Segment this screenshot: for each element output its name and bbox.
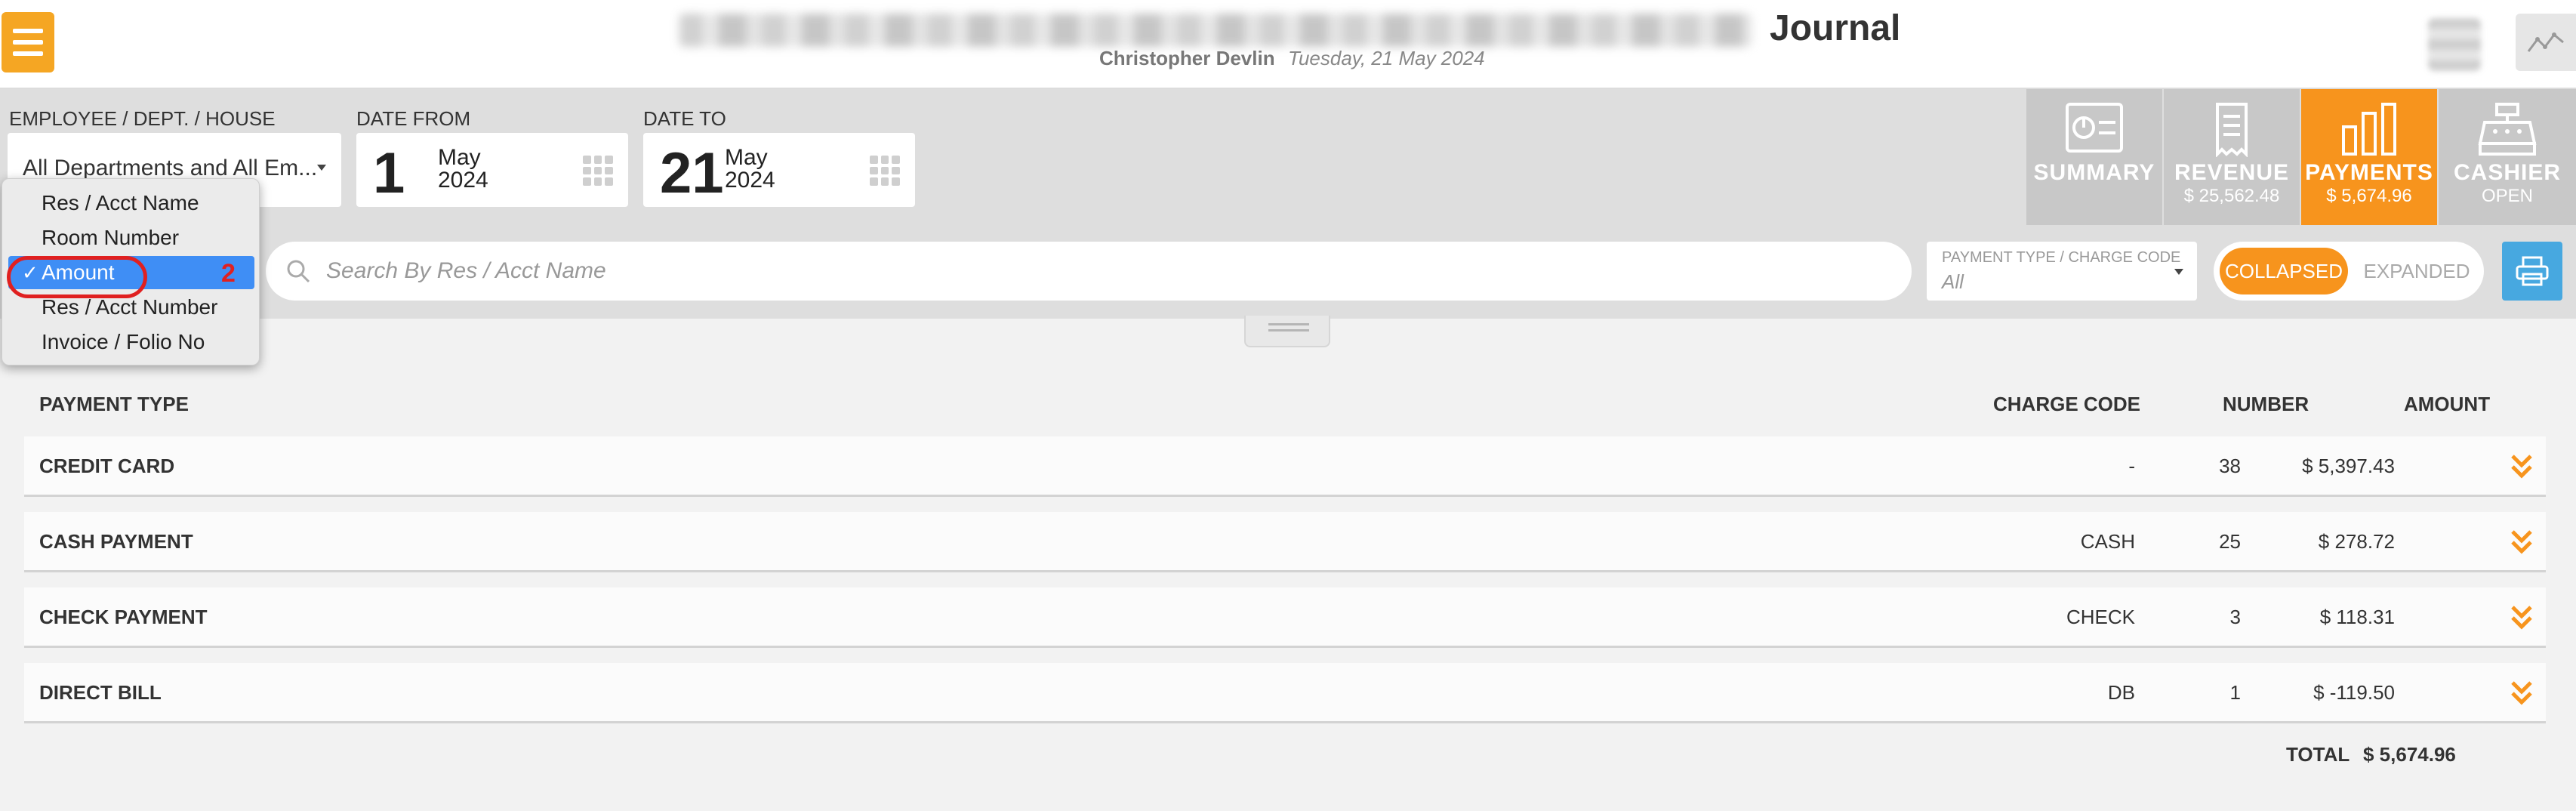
- table-row[interactable]: DIRECT BILL DB 1 $ -119.50: [24, 663, 2546, 723]
- receipt-icon: [2216, 103, 2248, 157]
- date-to-picker[interactable]: 21 May 2024: [643, 133, 915, 207]
- number-cell: 25: [2219, 530, 2241, 553]
- payment-type-select[interactable]: PAYMENT TYPE / CHARGE CODE All: [1927, 242, 2197, 301]
- dropdown-item-room-number[interactable]: Room Number: [8, 221, 254, 254]
- search-placeholder: Search By Res / Acct Name: [326, 258, 606, 283]
- date-to-day: 21: [660, 141, 724, 205]
- tab-label: PAYMENTS: [2305, 160, 2433, 185]
- filter-bar: EMPLOYEE / DEPT. / HOUSE All Departments…: [0, 89, 2576, 225]
- table-row[interactable]: CHECK PAYMENT CHECK 3 $ 118.31: [24, 587, 2546, 648]
- column-header-charge-code: CHARGE CODE: [1993, 393, 2141, 415]
- amount-cell: $ -119.50: [2313, 681, 2395, 704]
- print-button[interactable]: [2502, 242, 2562, 301]
- payment-type-cell: CREDIT CARD: [39, 455, 175, 477]
- payment-type-label: PAYMENT TYPE / CHARGE CODE: [1942, 249, 2181, 266]
- printer-icon: [2516, 256, 2549, 286]
- current-date: Tuesday, 21 May 2024: [1288, 47, 1485, 69]
- number-cell: 3: [2229, 606, 2241, 628]
- tab-value: $ 25,562.48: [2183, 186, 2280, 206]
- date-to-month: May: [725, 145, 768, 170]
- date-to-label: DATE TO: [643, 107, 726, 130]
- payment-type-cell: DIRECT BILL: [39, 681, 162, 704]
- column-header-number: NUMBER: [2223, 393, 2309, 415]
- annotation-number: 2: [221, 259, 236, 288]
- search-icon: [287, 260, 310, 283]
- tab-value: $ 5,674.96: [2326, 186, 2412, 206]
- search-input[interactable]: Search By Res / Acct Name: [266, 242, 1912, 301]
- date-from-day: 1: [373, 141, 405, 205]
- dept-label: EMPLOYEE / DEPT. / HOUSE: [9, 107, 276, 130]
- number-cell: 38: [2219, 455, 2241, 477]
- double-chevron-down-icon[interactable]: [2510, 529, 2534, 554]
- tab-cashier[interactable]: CASHIER OPEN: [2439, 89, 2576, 225]
- user-name: Christopher Devlin: [1099, 47, 1275, 69]
- date-from-month: May: [438, 145, 481, 170]
- charge-code-cell: CHECK: [2066, 606, 2135, 628]
- date-to-year: 2024: [725, 168, 775, 193]
- chevron-down-icon: [2174, 269, 2183, 275]
- summary-icon: [2066, 103, 2123, 153]
- table-row[interactable]: CREDIT CARD - 38 $ 5,397.43: [24, 436, 2546, 497]
- search-by-dropdown: Res / Acct Name Room Number ✓ Amount Res…: [2, 178, 260, 365]
- tab-summary[interactable]: SUMMARY: [2026, 89, 2162, 225]
- search-row: Search By Res / Acct Name PAYMENT TYPE /…: [0, 225, 2576, 319]
- charge-code-cell: DB: [2107, 681, 2135, 704]
- avatar[interactable]: [2428, 18, 2481, 71]
- hamburger-menu-icon[interactable]: [2, 12, 54, 72]
- view-toggle: COLLAPSED EXPANDED: [2214, 242, 2484, 301]
- collapsed-toggle[interactable]: COLLAPSED: [2220, 248, 2348, 294]
- charge-code-cell: -: [2128, 455, 2135, 477]
- double-chevron-down-icon[interactable]: [2510, 604, 2534, 630]
- column-header-payment-type: PAYMENT TYPE: [39, 393, 189, 415]
- payment-type-cell: CASH PAYMENT: [39, 530, 193, 553]
- drag-handle[interactable]: [1244, 316, 1330, 347]
- tab-label: SUMMARY: [2033, 160, 2155, 185]
- tab-revenue[interactable]: REVENUE $ 25,562.48: [2164, 89, 2300, 225]
- cash-register-icon: [2478, 103, 2537, 156]
- calendar-icon: [870, 156, 900, 186]
- double-chevron-down-icon[interactable]: [2510, 453, 2534, 479]
- amount-cell: $ 5,397.43: [2302, 455, 2395, 477]
- amount-cell: $ 278.72: [2318, 530, 2395, 553]
- payment-type-cell: CHECK PAYMENT: [39, 606, 208, 628]
- activity-graph-button[interactable]: [2516, 14, 2576, 71]
- page-title: Journal: [1770, 8, 1901, 48]
- column-header-amount: AMOUNT: [2404, 393, 2491, 415]
- amount-cell: $ 118.31: [2319, 606, 2395, 628]
- tab-payments[interactable]: PAYMENTS $ 5,674.96: [2301, 89, 2437, 225]
- expanded-toggle[interactable]: EXPANDED: [2356, 248, 2478, 294]
- hotel-name-blurred: [679, 14, 1752, 47]
- table-row[interactable]: CASH PAYMENT CASH 25 $ 278.72: [24, 512, 2546, 572]
- dropdown-item-invoice-folio[interactable]: Invoice / Folio No: [8, 325, 254, 359]
- charge-code-cell: CASH: [2080, 530, 2135, 553]
- chevron-down-icon: [317, 165, 326, 171]
- date-from-year: 2024: [438, 168, 488, 193]
- total-label: TOTAL: [2286, 743, 2350, 766]
- calendar-icon: [583, 156, 613, 186]
- tab-label: CASHIER: [2453, 160, 2561, 185]
- double-chevron-down-icon[interactable]: [2510, 680, 2534, 705]
- payment-type-value: All: [1942, 270, 1964, 293]
- tab-value: OPEN: [2481, 186, 2533, 206]
- total-value: $ 5,674.96: [2363, 743, 2456, 766]
- dropdown-item-res-acct-name[interactable]: Res / Acct Name: [8, 187, 254, 220]
- tab-label: REVENUE: [2174, 160, 2290, 185]
- date-from-label: DATE FROM: [356, 107, 471, 130]
- bar-chart-icon: [2342, 103, 2396, 156]
- date-from-picker[interactable]: 1 May 2024: [356, 133, 628, 207]
- annotation-highlight: [7, 256, 147, 298]
- top-header: Journal Christopher Devlin Tuesday, 21 M…: [0, 0, 2576, 89]
- number-cell: 1: [2229, 681, 2241, 704]
- activity-graph-icon: [2527, 32, 2564, 52]
